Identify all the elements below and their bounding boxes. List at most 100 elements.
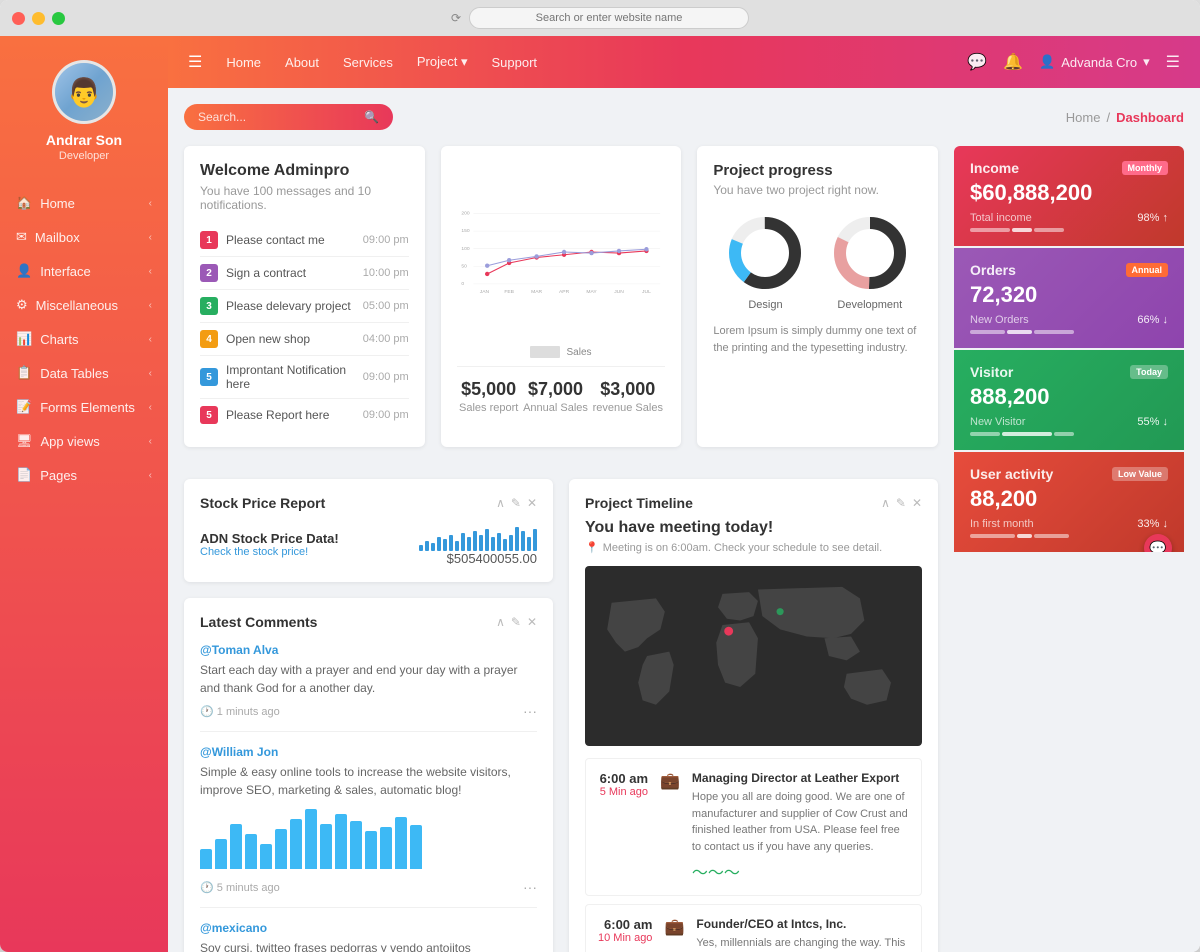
nav-link-project[interactable]: Project ▾ bbox=[417, 54, 468, 70]
mini-bar bbox=[533, 529, 537, 551]
svg-text:50: 50 bbox=[461, 263, 467, 269]
comment-author[interactable]: @Toman Alva bbox=[200, 643, 278, 657]
edit-icon[interactable]: ✎ bbox=[896, 496, 906, 510]
msg-duration: 10 Min ago bbox=[598, 932, 652, 944]
orders-badge: Annual bbox=[1126, 263, 1169, 277]
bar bbox=[365, 831, 377, 869]
bar bbox=[275, 829, 287, 869]
search-box[interactable]: 🔍 bbox=[184, 104, 393, 130]
collapse-icon[interactable]: ∧ bbox=[881, 496, 890, 510]
task-time: 05:00 pm bbox=[363, 300, 409, 312]
user-menu[interactable]: 👤 Advanda Cro ▾ bbox=[1039, 54, 1150, 70]
svg-text:100: 100 bbox=[461, 246, 469, 252]
sidebar-item-forms[interactable]: 📝Forms Elements ‹ bbox=[0, 390, 168, 424]
nav-link-support[interactable]: Support bbox=[491, 54, 537, 70]
comment-more[interactable]: ··· bbox=[523, 879, 537, 895]
mini-line bbox=[970, 228, 1168, 232]
legend-box bbox=[530, 346, 560, 358]
stock-link[interactable]: Check the stock price! bbox=[200, 546, 339, 558]
close-button[interactable] bbox=[12, 12, 25, 25]
sidebar-item-appviews[interactable]: 🖥App views ‹ bbox=[0, 424, 168, 458]
nav-link-about[interactable]: About bbox=[285, 54, 319, 70]
app-layout: 👨 Andrar Son Developer 🏠Home ‹ ✉Mailbox … bbox=[0, 36, 1200, 952]
bar bbox=[230, 824, 242, 869]
chevron-icon: ‹ bbox=[149, 436, 152, 447]
stat-card-title: Visitor bbox=[970, 364, 1013, 380]
close-icon[interactable]: ✕ bbox=[527, 496, 537, 510]
stat-percent: 55% ↓ bbox=[1137, 416, 1168, 428]
timeline-message-1: 6:00 am 5 Min ago 💼 Managing Director at… bbox=[585, 758, 922, 896]
edit-icon[interactable]: ✎ bbox=[511, 615, 521, 629]
nav-label: Forms Elements bbox=[40, 400, 135, 415]
stat-card-value: 888,200 bbox=[970, 384, 1168, 410]
close-icon[interactable]: ✕ bbox=[912, 496, 922, 510]
sidebar-item-misc[interactable]: ⚙Miscellaneous ‹ bbox=[0, 288, 168, 322]
gear-icon: ⚙ bbox=[16, 297, 28, 313]
progress-desc: Lorem Ipsum is simply dummy one text of … bbox=[713, 323, 922, 356]
mini-bar bbox=[473, 531, 477, 551]
income-badge: Monthly bbox=[1122, 161, 1169, 175]
ml-bar bbox=[970, 228, 1010, 232]
stock-actions: ∧ ✎ ✕ bbox=[496, 496, 537, 510]
sidebar-item-pages[interactable]: 📄Pages ‹ bbox=[0, 458, 168, 492]
sidebar-item-interface[interactable]: 👤Interface ‹ bbox=[0, 254, 168, 288]
mini-line bbox=[970, 432, 1168, 436]
timeline-message-2: 6:00 am 10 Min ago 💼 Founder/CEO at Intc… bbox=[585, 904, 922, 952]
mini-line bbox=[970, 534, 1168, 538]
donut-design: Design bbox=[725, 213, 805, 311]
sidebar-item-home[interactable]: 🏠Home ‹ bbox=[0, 186, 168, 220]
nav-link-services[interactable]: Services bbox=[343, 54, 393, 70]
comment-time: 🕐 1 minuts ago bbox=[200, 705, 280, 718]
hamburger-icon[interactable]: ☰ bbox=[188, 52, 202, 72]
search-input[interactable] bbox=[198, 110, 358, 124]
comment-more[interactable]: ··· bbox=[523, 703, 537, 719]
chevron-icon: ‹ bbox=[149, 198, 152, 209]
svg-text:MAY: MAY bbox=[586, 289, 597, 295]
topnav-right: 💬 🔔 👤 Advanda Cro ▾ ☰ bbox=[967, 52, 1180, 72]
meeting-title: You have meeting today! bbox=[585, 519, 922, 537]
chat-icon[interactable]: 💬 bbox=[967, 52, 987, 72]
bell-icon[interactable]: 🔔 bbox=[1003, 52, 1023, 72]
collapse-icon[interactable]: ∧ bbox=[496, 496, 505, 510]
sidebar-item-charts[interactable]: 📊Charts ‹ bbox=[0, 322, 168, 356]
comment-author[interactable]: @mexicano bbox=[200, 921, 267, 935]
top-cards-row: Welcome Adminpro You have 100 messages a… bbox=[184, 146, 938, 447]
nav-link-home[interactable]: Home bbox=[226, 54, 261, 70]
msg-content: Managing Director at Leather Export Hope… bbox=[692, 771, 909, 883]
minimize-button[interactable] bbox=[32, 12, 45, 25]
sidebar-nav: 🏠Home ‹ ✉Mailbox ‹ 👤Interface ‹ ⚙Miscell… bbox=[0, 178, 168, 952]
stat-card-footer: New Orders 66% ↓ bbox=[970, 314, 1168, 326]
task-time: 09:00 pm bbox=[363, 234, 409, 246]
comment-author[interactable]: @William Jon bbox=[200, 745, 278, 759]
collapse-icon[interactable]: ∧ bbox=[496, 615, 505, 629]
progress-subtitle: You have two project right now. bbox=[713, 183, 922, 197]
breadcrumb-home[interactable]: Home bbox=[1066, 110, 1101, 125]
sidebar-item-datatables[interactable]: 📋Data Tables ‹ bbox=[0, 356, 168, 390]
bar bbox=[305, 809, 317, 869]
chevron-icon: ‹ bbox=[149, 300, 152, 311]
stat-value: $7,000 bbox=[523, 379, 588, 400]
bar bbox=[215, 839, 227, 869]
top-navbar: ☰ Home About Services Project ▾ Support … bbox=[168, 36, 1200, 88]
user-chevron-icon: ▾ bbox=[1143, 54, 1150, 70]
maximize-button[interactable] bbox=[52, 12, 65, 25]
close-icon[interactable]: ✕ bbox=[527, 615, 537, 629]
user-icon: 👤 bbox=[16, 263, 32, 279]
msg-sender: Managing Director at Leather Export bbox=[692, 771, 909, 785]
pages-icon: 📄 bbox=[16, 467, 32, 483]
comments-actions: ∧ ✎ ✕ bbox=[496, 615, 537, 629]
bar bbox=[380, 827, 392, 869]
menu-icon[interactable]: ☰ bbox=[1166, 52, 1180, 72]
sidebar-item-mailbox[interactable]: ✉Mailbox ‹ bbox=[0, 220, 168, 254]
url-input[interactable] bbox=[469, 7, 749, 29]
edit-icon[interactable]: ✎ bbox=[511, 496, 521, 510]
task-list: 1 Please contact me 09:00 pm 2 Sign a co… bbox=[200, 224, 409, 431]
mini-bar bbox=[521, 531, 525, 551]
user-name: Advanda Cro bbox=[1061, 55, 1137, 70]
comments-title: Latest Comments bbox=[200, 614, 317, 630]
stock-header: Stock Price Report ∧ ✎ ✕ bbox=[200, 495, 537, 511]
mini-bar bbox=[503, 539, 507, 551]
mini-bar bbox=[527, 537, 531, 551]
stat-card-label: Total income bbox=[970, 212, 1032, 224]
msg-time: 6:00 am bbox=[598, 771, 648, 786]
